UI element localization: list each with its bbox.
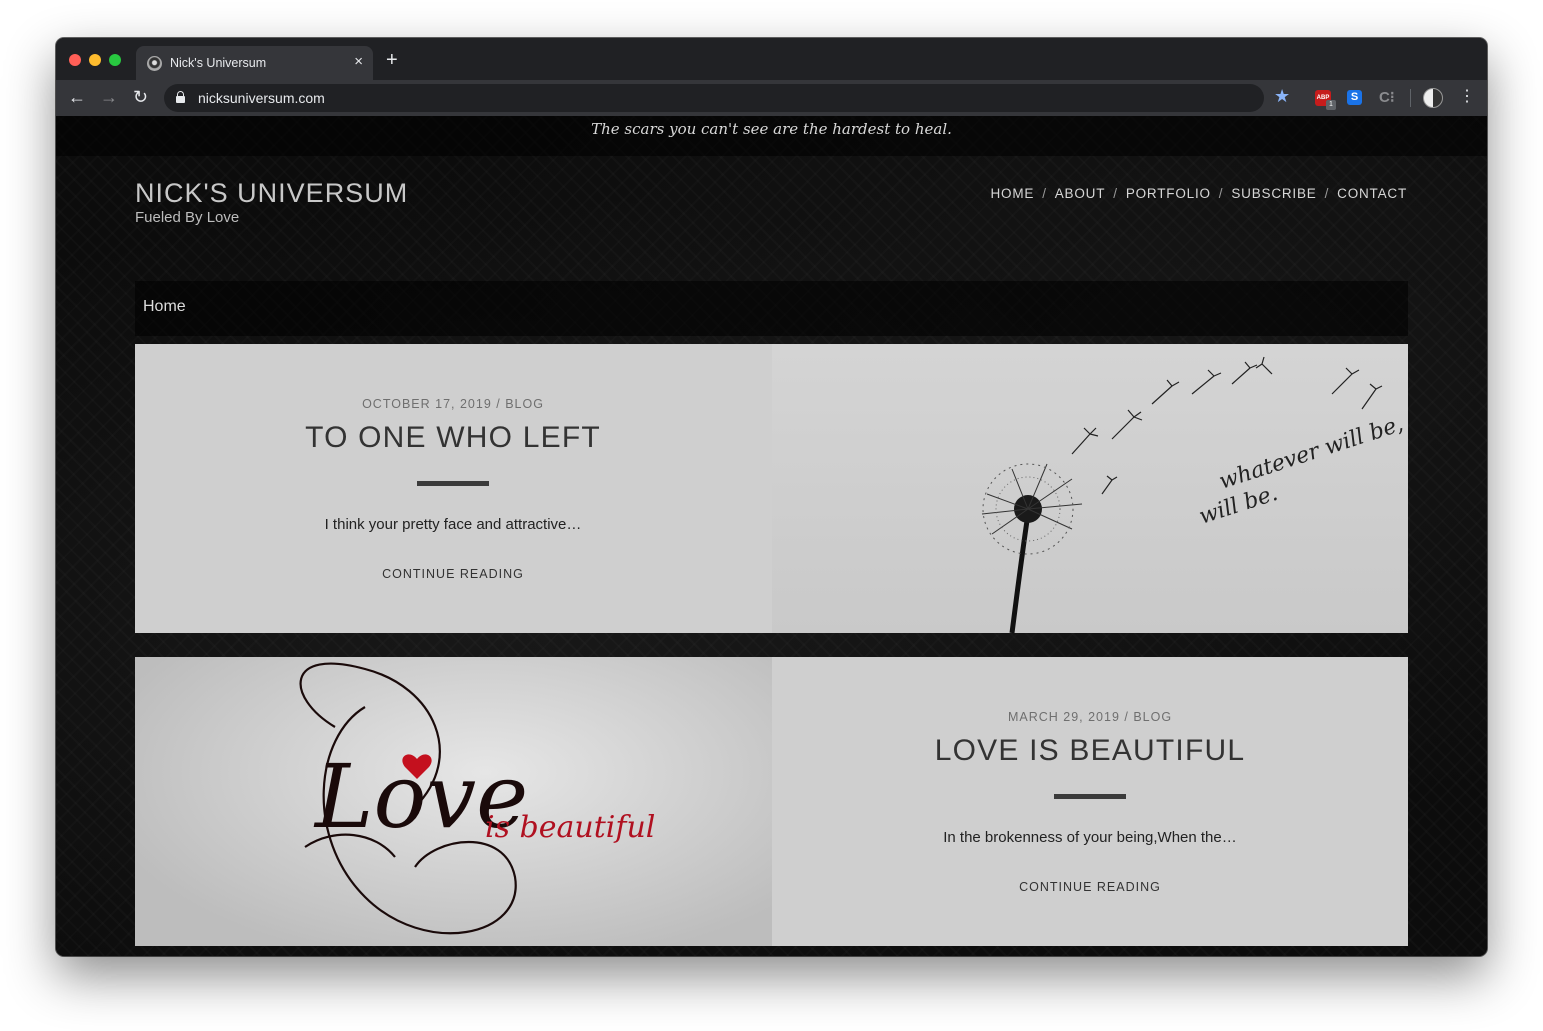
post-excerpt: In the brokenness of your being,When the… (943, 829, 1237, 846)
quote-bar: The scars you can't see are the hardest … (56, 116, 1487, 156)
nav-portfolio[interactable]: PORTFOLIO (1126, 186, 1211, 201)
tab-strip: Nick's Universum × + (56, 38, 1487, 80)
minimize-window-button[interactable] (89, 54, 101, 66)
browser-toolbar: ← → ↻ nicksuniversum.com ★ ABP 1 S C⁝ ⋮ (56, 80, 1487, 116)
dandelion-image[interactable]: whatever will be, will be. (772, 344, 1408, 633)
post-card: Love is beautiful MARCH 29, 2019 / BLOG … (135, 657, 1408, 946)
nav-separator: / (1218, 186, 1224, 201)
title-divider (1054, 794, 1126, 799)
lock-icon (176, 91, 185, 103)
tab-title: Nick's Universum (170, 56, 267, 70)
bookmark-star-icon[interactable]: ★ (1274, 86, 1290, 106)
nav-contact[interactable]: CONTACT (1337, 186, 1407, 201)
breadcrumb-bar: Home (135, 281, 1408, 336)
title-divider (417, 481, 489, 486)
close-tab-icon[interactable]: × (354, 54, 363, 70)
post-text: OCTOBER 17, 2019 / BLOG TO ONE WHO LEFT … (135, 344, 771, 633)
c-extension-icon[interactable]: C⁝ (1379, 89, 1395, 107)
url-text[interactable]: nicksuniversum.com (198, 90, 325, 106)
toolbar-divider (1410, 89, 1411, 107)
close-window-button[interactable] (69, 54, 81, 66)
forward-arrow-icon[interactable]: → (100, 87, 118, 107)
post-meta: MARCH 29, 2019 / BLOG (1007, 710, 1173, 724)
nav-separator: / (1042, 186, 1047, 201)
nav-separator: / (1113, 186, 1118, 201)
post-title[interactable]: LOVE IS BEAUTIFUL (772, 734, 1408, 768)
breadcrumb[interactable]: Home (143, 298, 186, 316)
image-caption-1: whatever will be, (1216, 412, 1406, 495)
main-nav: HOME / ABOUT / PORTFOLIO / SUBSCRIBE / CONTACT (990, 186, 1407, 201)
new-tab-button[interactable]: + (386, 50, 398, 70)
browser-window: Nick's Universum × + ← → ↻ nicksuniversu… (56, 38, 1487, 956)
header-quote: The scars you can't see are the hardest … (591, 120, 952, 138)
post-text: MARCH 29, 2019 / BLOG LOVE IS BEAUTIFUL … (772, 657, 1408, 946)
continue-reading-link[interactable]: CONTINUE READING (1019, 880, 1161, 894)
is-beautiful-word: is beautiful (485, 810, 655, 845)
nav-subscribe[interactable]: SUBSCRIBE (1231, 186, 1316, 201)
site-favicon-icon (147, 56, 162, 71)
continue-reading-link[interactable]: CONTINUE READING (382, 567, 524, 581)
post-title[interactable]: TO ONE WHO LEFT (135, 421, 771, 455)
s-extension-icon[interactable]: S (1347, 90, 1362, 105)
maximize-window-button[interactable] (109, 54, 121, 66)
profile-avatar[interactable] (1423, 88, 1443, 108)
web-page: The scars you can't see are the hardest … (56, 116, 1487, 956)
adblock-badge: 1 (1326, 100, 1336, 110)
browser-tab[interactable]: Nick's Universum × (136, 46, 373, 80)
back-arrow-icon[interactable]: ← (68, 87, 86, 107)
love-is-beautiful-image[interactable]: Love is beautiful (135, 657, 772, 946)
kebab-menu-icon[interactable]: ⋮ (1459, 87, 1475, 107)
site-tagline: Fueled By Love (135, 209, 240, 226)
nav-separator: / (1324, 186, 1330, 201)
post-meta: OCTOBER 17, 2019 / BLOG (362, 397, 544, 411)
reload-icon[interactable]: ↻ (133, 87, 148, 107)
post-excerpt: I think your pretty face and attractive… (324, 516, 582, 533)
site-title[interactable]: NICK'S UNIVERSUM (135, 178, 408, 209)
nav-about[interactable]: ABOUT (1055, 186, 1106, 201)
nav-home[interactable]: HOME (990, 186, 1034, 201)
post-card: OCTOBER 17, 2019 / BLOG TO ONE WHO LEFT … (135, 344, 1408, 633)
address-bar[interactable]: nicksuniversum.com (164, 84, 1264, 112)
